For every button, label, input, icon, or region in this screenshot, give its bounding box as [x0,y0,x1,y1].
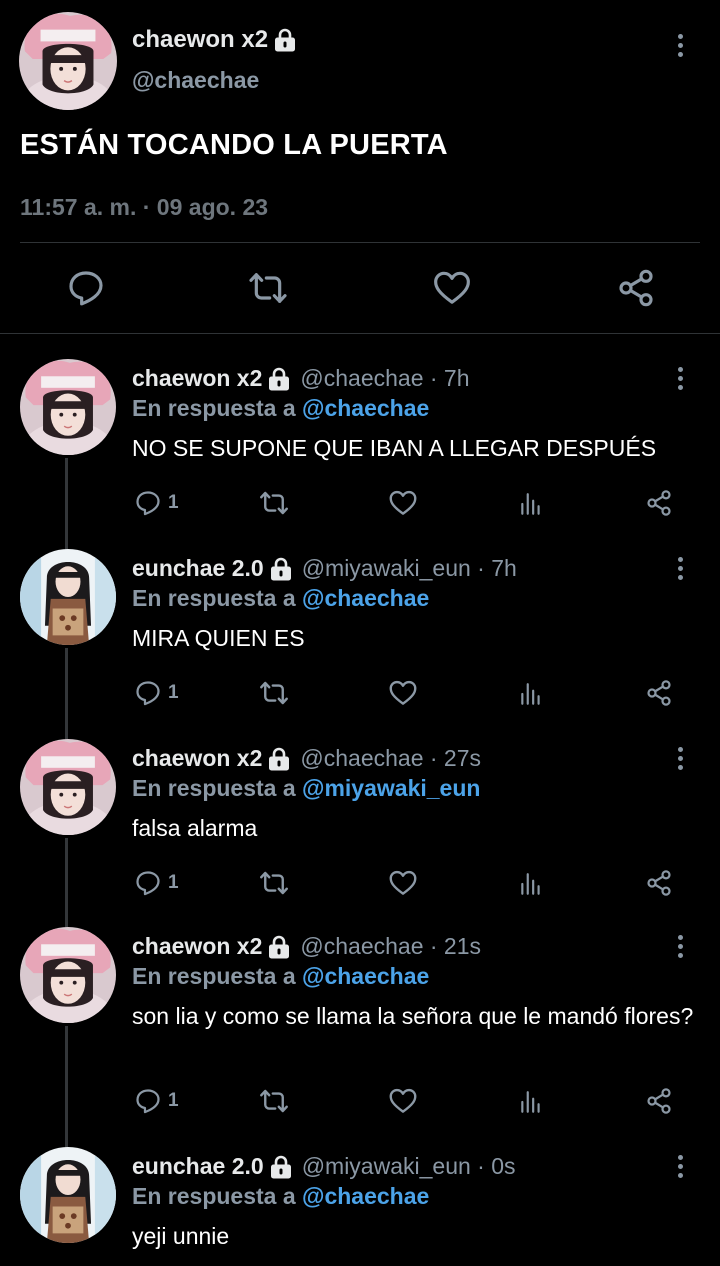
reply-author-name[interactable]: eunchae 2.0 [132,1153,264,1180]
avatar[interactable] [19,12,117,110]
stats-icon[interactable] [518,869,544,899]
avatar[interactable] [20,739,116,835]
thread-line [65,838,68,930]
replying-to: En respuesta a @miyawaki_eun [132,775,480,802]
share-icon[interactable] [616,268,656,308]
like-icon[interactable] [388,868,418,898]
reply-text: falsa alarma [132,815,258,841]
avatar[interactable] [20,359,116,455]
stats-icon[interactable] [518,1087,544,1117]
reply-icon[interactable] [134,489,162,517]
reply-icon[interactable] [66,268,106,308]
replying-to-handle[interactable]: @chaechae [302,395,429,421]
lock-icon [270,557,292,581]
reply-text: NO SE SUPONE QUE IBAN A LLEGAR DESPUÉS [132,435,657,461]
retweet-icon[interactable] [248,268,288,308]
retweet-icon[interactable] [258,1086,290,1116]
share-icon[interactable] [645,488,673,518]
thread-line [65,458,68,550]
more-options-icon[interactable] [670,743,690,773]
reply-count: 1 [168,492,179,513]
retweet-icon[interactable] [258,678,290,708]
thread-line [65,648,68,740]
reply-author[interactable]: chaewon x2 @chaechae · 7h [132,365,470,392]
like-icon[interactable] [388,488,418,518]
stats-icon[interactable] [518,489,544,519]
avatar[interactable] [20,549,116,645]
retweet-icon[interactable] [258,488,290,518]
lock-icon [268,747,290,771]
reply-author-name[interactable]: chaewon x2 [132,745,262,772]
tweet-timestamp[interactable]: 11:57 a. m. · 09 ago. 23 [20,194,268,221]
like-icon[interactable] [388,1086,418,1116]
reply-author-name[interactable]: chaewon x2 [132,365,262,392]
replying-to-label: En respuesta a [132,775,296,801]
more-options-icon[interactable] [670,931,690,961]
divider [20,242,700,243]
more-options-icon[interactable] [670,553,690,583]
reply-author[interactable]: chaewon x2 @chaechae · 21s [132,933,481,960]
reply-count: 1 [168,1090,179,1111]
replying-to-handle[interactable]: @chaechae [302,963,429,989]
lock-icon [270,1155,292,1179]
more-options-icon[interactable] [670,30,690,60]
reply-author[interactable]: eunchae 2.0 @miyawaki_eun · 0s [132,1153,516,1180]
like-icon[interactable] [432,268,472,308]
retweet-icon[interactable] [258,868,290,898]
lock-icon [274,28,296,52]
reply-icon[interactable] [134,1087,162,1115]
stats-icon[interactable] [518,679,544,709]
reply-button[interactable]: 1 [134,1086,179,1116]
reply-author-handle[interactable]: @miyawaki_eun · 0s [302,1153,516,1180]
reply-author-handle[interactable]: @chaechae · 21s [300,933,481,960]
more-options-icon[interactable] [670,1151,690,1181]
replying-to-handle[interactable]: @miyawaki_eun [302,775,480,801]
author-name-text[interactable]: chaewon x2 [132,26,268,54]
reply-icon[interactable] [134,869,162,897]
thread-line [65,1026,68,1148]
share-icon[interactable] [645,678,673,708]
replying-to-label: En respuesta a [132,1183,296,1209]
like-icon[interactable] [388,678,418,708]
author-name[interactable]: chaewon x2 [132,26,296,54]
reply-author-name[interactable]: chaewon x2 [132,933,262,960]
avatar[interactable] [20,927,116,1023]
avatar[interactable] [20,1147,116,1243]
tweet-text: ESTÁN TOCANDO LA PUERTA [20,129,448,161]
reply-button[interactable]: 1 [134,678,179,708]
replying-to-label: En respuesta a [132,395,296,421]
replying-to: En respuesta a @chaechae [132,585,429,612]
author-handle[interactable]: @chaechae [132,67,259,94]
reply-count: 1 [168,872,179,893]
reply-text: son lia y como se llama la señora que le… [132,1003,694,1029]
replying-to-label: En respuesta a [132,585,296,611]
reply-author-handle[interactable]: @chaechae · 27s [300,745,481,772]
replying-to-handle[interactable]: @chaechae [302,1183,429,1209]
reply-text: MIRA QUIEN ES [132,625,305,651]
replying-to: En respuesta a @chaechae [132,963,429,990]
reply-author-handle[interactable]: @miyawaki_eun · 7h [302,555,517,582]
replying-to-label: En respuesta a [132,963,296,989]
share-icon[interactable] [645,868,673,898]
more-options-icon[interactable] [670,363,690,393]
replying-to: En respuesta a @chaechae [132,1183,429,1210]
reply-count: 1 [168,682,179,703]
share-icon[interactable] [645,1086,673,1116]
reply-author[interactable]: chaewon x2 @chaechae · 27s [132,745,481,772]
reply-author[interactable]: eunchae 2.0 @miyawaki_eun · 7h [132,555,517,582]
reply-button[interactable]: 1 [134,488,179,518]
lock-icon [268,367,290,391]
lock-icon [268,935,290,959]
divider [0,333,720,334]
reply-button[interactable]: 1 [134,868,179,898]
replying-to: En respuesta a @chaechae [132,395,429,422]
replying-to-handle[interactable]: @chaechae [302,585,429,611]
reply-author-handle[interactable]: @chaechae · 7h [300,365,469,392]
reply-author-name[interactable]: eunchae 2.0 [132,555,264,582]
reply-icon[interactable] [134,679,162,707]
reply-text: yeji unnie [132,1223,230,1249]
